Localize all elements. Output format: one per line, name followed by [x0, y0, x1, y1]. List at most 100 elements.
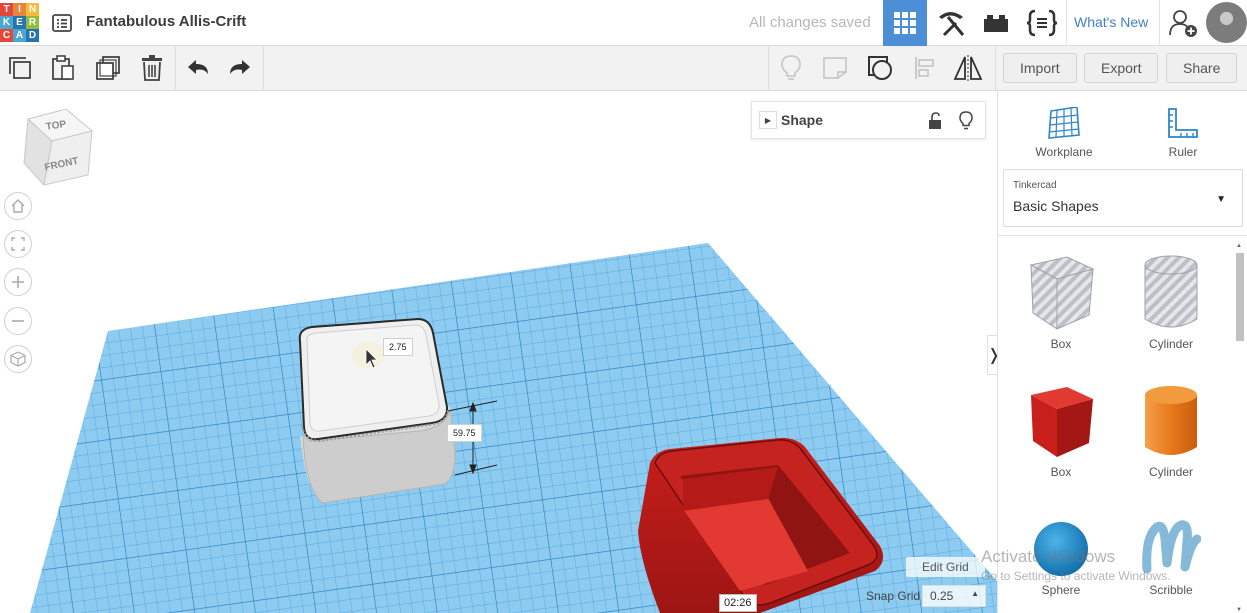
edit-grid-button[interactable]: Edit Grid	[906, 557, 985, 577]
bricks-button[interactable]	[974, 0, 1018, 46]
cylinder-hole-icon	[1144, 255, 1198, 328]
ruler-label: Ruler	[1168, 145, 1198, 159]
logo-letter: K	[0, 16, 13, 29]
group-icon	[868, 56, 892, 80]
shape-label: Sphere	[1041, 583, 1081, 597]
shape-label: Box	[1050, 337, 1072, 351]
shape-cylinder[interactable]: Cylinder	[1121, 383, 1221, 479]
tinkercad-logo[interactable]: TINKERCAD	[0, 3, 40, 43]
workplane-tool[interactable]: Workplane	[1019, 103, 1109, 159]
codeblocks-icon	[1026, 9, 1058, 37]
codeblocks-button[interactable]	[1020, 0, 1064, 46]
shape-scribble[interactable]: Scribble	[1121, 519, 1221, 597]
perspective-button[interactable]	[4, 345, 32, 373]
invite-user-button[interactable]	[1161, 0, 1205, 46]
shape-label: Box	[1050, 465, 1072, 479]
grid-view-icon	[894, 12, 916, 34]
shape-label: Cylinder	[1148, 337, 1193, 351]
grid-view-button[interactable]	[883, 0, 927, 46]
align-icon	[915, 57, 934, 79]
view-cube[interactable]: TOP FRONT	[22, 108, 94, 194]
scrollbar-thumb[interactable]	[1236, 253, 1244, 341]
fit-view-button[interactable]	[4, 230, 32, 258]
edit-toolbar: Import Export Share	[0, 46, 1247, 91]
ruler-tool[interactable]: Ruler	[1138, 103, 1228, 159]
home-view-button[interactable]	[4, 192, 32, 220]
logo-letter: A	[13, 29, 26, 42]
show-all-button[interactable]	[775, 52, 807, 84]
brick-icon	[984, 15, 1008, 32]
paste-icon	[52, 55, 74, 80]
export-button[interactable]: Export	[1084, 53, 1159, 83]
library-name: Basic Shapes	[1013, 198, 1099, 214]
shape-box[interactable]: Box	[1011, 383, 1111, 479]
user-avatar[interactable]	[1206, 2, 1247, 43]
zoom-out-icon	[12, 320, 24, 322]
minecraft-button[interactable]	[929, 0, 973, 46]
delete-button[interactable]	[136, 52, 168, 84]
logo-letter: N	[26, 3, 39, 16]
whats-new-link[interactable]: What's New	[1074, 14, 1148, 30]
note-button[interactable]	[819, 52, 851, 84]
paste-button[interactable]	[47, 52, 79, 84]
zoom-in-button[interactable]	[4, 268, 32, 296]
snap-grid-select[interactable]: 0.25 ▲	[922, 585, 986, 607]
chevron-up-icon: ▲	[971, 589, 979, 598]
undo-button[interactable]	[182, 52, 214, 84]
duplicate-button[interactable]	[92, 52, 124, 84]
shape-inspector[interactable]: ▶ Shape	[751, 101, 986, 139]
logo-letter: E	[13, 16, 26, 29]
light-bulb-icon	[781, 55, 801, 80]
undo-icon	[188, 60, 208, 74]
duplicate-icon	[96, 56, 120, 80]
shape-library-dropdown[interactable]: Tinkercad Basic Shapes ▼	[1003, 169, 1243, 227]
toolbar-divider	[768, 46, 769, 91]
logo-letter: T	[0, 3, 13, 16]
zoom-in-icon	[12, 276, 24, 288]
height-dimension-label[interactable]: 59.75	[447, 424, 482, 442]
expand-caret-icon[interactable]: ▶	[759, 111, 777, 129]
align-button[interactable]	[909, 52, 941, 84]
shape-label: Scribble	[1149, 583, 1193, 597]
light-bulb-icon[interactable]	[959, 111, 973, 131]
logo-letter: C	[0, 29, 13, 42]
logo-letter: I	[13, 3, 26, 16]
top-dimension-label[interactable]: 2.75	[383, 338, 413, 356]
logo-letter: D	[26, 29, 39, 42]
lock-icon[interactable]	[928, 112, 942, 130]
panel-scrollbar[interactable]: ▲ ▼	[1234, 243, 1244, 613]
header-divider	[1066, 0, 1067, 46]
ruler-icon	[1168, 108, 1198, 138]
toolbar-divider	[175, 46, 176, 91]
workplane-scene[interactable]	[0, 91, 997, 613]
document-title[interactable]: Fantabulous Allis-Crift	[86, 13, 246, 30]
scroll-down-icon[interactable]: ▼	[1236, 607, 1242, 613]
shape-cylinder-hole[interactable]: Cylinder	[1121, 253, 1221, 351]
library-source: Tinkercad	[1013, 180, 1057, 191]
logo-letter: R	[26, 16, 39, 29]
perspective-icon	[10, 351, 26, 367]
copy-button[interactable]	[4, 52, 36, 84]
recording-timer: 02:26	[719, 594, 757, 612]
mirror-button[interactable]	[952, 52, 984, 84]
save-status: All changes saved	[749, 14, 871, 31]
share-button[interactable]: Share	[1166, 53, 1238, 83]
redo-button[interactable]	[224, 52, 256, 84]
zoom-out-button[interactable]	[4, 307, 32, 335]
shape-box-hole[interactable]: Box	[1011, 253, 1111, 351]
scroll-up-icon[interactable]: ▲	[1236, 243, 1242, 249]
pickaxe-icon	[939, 12, 965, 37]
3d-workspace[interactable]: TOP FRONT ▶ Shape 2.75 59.75 02:26 Edit …	[0, 91, 997, 613]
mirror-icon	[953, 55, 983, 81]
group-button[interactable]	[864, 52, 896, 84]
chevron-down-icon: ▼	[1216, 194, 1226, 205]
toolbar-divider	[263, 46, 264, 91]
redo-icon	[230, 60, 250, 74]
home-icon	[11, 199, 25, 213]
import-button[interactable]: Import	[1003, 53, 1077, 83]
snap-grid-value: 0.25	[930, 589, 954, 603]
design-list-icon[interactable]	[52, 13, 72, 33]
white-box-shape[interactable]	[298, 317, 456, 504]
toolbar-divider	[995, 46, 996, 91]
panel-divider	[998, 235, 1247, 236]
